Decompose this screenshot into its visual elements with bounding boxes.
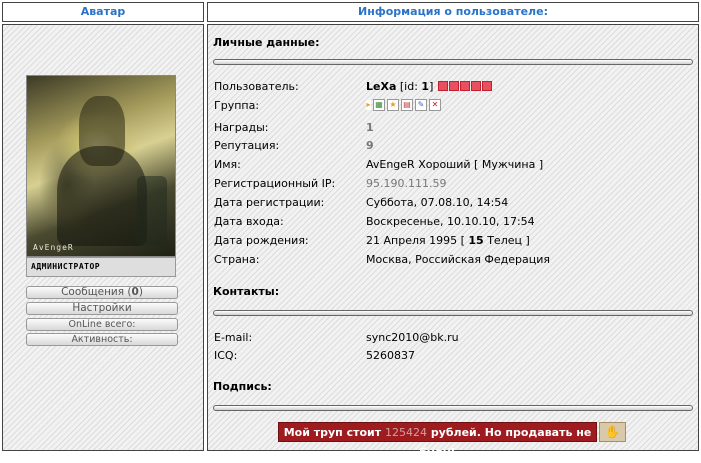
icq-label: ICQ: [214, 349, 238, 362]
messages-button[interactable]: Сообщения (0) [26, 286, 178, 299]
messages-label: Сообщения ( [61, 286, 132, 298]
chart-icon[interactable]: ▦ [373, 99, 385, 111]
name-label: Имя: [214, 158, 241, 171]
signature-divider [213, 405, 693, 411]
login-date-value: Воскресенье, 10.10.10, 17:54 [366, 215, 535, 228]
reputation-square [459, 81, 470, 91]
email-label: E-mail: [214, 331, 253, 344]
activity-button[interactable]: Активность: [26, 333, 178, 346]
banner-prefix: Мой труп стоит [283, 426, 382, 439]
reputation-square [481, 81, 492, 91]
icq-value: 5260837 [366, 349, 415, 362]
email-value[interactable]: sync2010@bk.ru [366, 331, 459, 344]
name-value: AvEngeR Хороший [ Мужчина ] [366, 158, 544, 171]
reputation-value[interactable]: 9 [366, 139, 374, 152]
contacts-title: Контакты: [213, 285, 280, 298]
avatar-signature: AvEngeR [33, 243, 74, 252]
birth-date: 21 Апреля 1995 [ [366, 234, 465, 247]
avatar-image: AvEngeR [26, 75, 176, 257]
birth-date-value: 21 Апреля 1995 [ 15 Телец ] [366, 234, 530, 247]
rank-badge: АДМИНИСТРАТОР [26, 257, 176, 277]
doc-icon[interactable]: ▤ [401, 99, 413, 111]
banner-amount: 125424 [384, 426, 427, 439]
settings-button[interactable]: Настройки [26, 302, 178, 315]
user-id: 1 [421, 80, 430, 93]
messages-close: ) [138, 286, 143, 298]
reputation-label: Репутация: [214, 139, 280, 152]
user-info-header: Информация о пользователе: [207, 2, 699, 22]
group-icons: ▸ ▦ ★ ▤ ✎ ✕ [366, 98, 443, 111]
awards-label: Награды: [214, 121, 269, 134]
reg-ip-value: 95.190.111.59 [366, 177, 447, 190]
user-name[interactable]: LeXa [366, 80, 396, 93]
user-id-suffix: ] [429, 80, 434, 93]
user-label: Пользователь: [214, 80, 299, 93]
messages-count: 0 [131, 286, 139, 298]
personal-data-divider [213, 59, 693, 65]
avatar-header: Аватар [2, 2, 204, 22]
reg-date-value: Суббота, 07.08.10, 14:54 [366, 196, 509, 209]
country-label: Страна: [214, 253, 260, 266]
reg-ip-label: Регистрационный IP: [214, 177, 336, 190]
close-icon[interactable]: ✕ [429, 99, 441, 111]
reputation-square [448, 81, 459, 91]
reg-date-label: Дата регистрации: [214, 196, 325, 209]
awards-value[interactable]: 1 [366, 121, 374, 134]
signature-title: Подпись: [213, 380, 272, 393]
reputation-square [470, 81, 481, 91]
country-value: Москва, Российская Федерация [366, 253, 551, 266]
contacts-divider [213, 310, 693, 316]
birth-sign: Телец ] [487, 234, 530, 247]
user-id-prefix: [id: [399, 80, 422, 93]
reputation-squares [437, 80, 492, 93]
avatar-figure-weapon [137, 176, 167, 246]
reputation-square [437, 81, 448, 91]
online-total-button[interactable]: OnLine всего: [26, 318, 178, 331]
group-label: Группа: [214, 99, 260, 112]
signature-banner[interactable]: Мой труп стоит 125424 рублей. Но продава… [278, 422, 597, 459]
birth-date-label: Дата рождения: [214, 234, 309, 247]
login-date-label: Дата входа: [214, 215, 284, 228]
flag-icon[interactable]: ▸ [366, 100, 371, 110]
banner-suffix: рублей. Но продавать не буду! [419, 426, 592, 459]
pencil-icon[interactable]: ✎ [415, 99, 427, 111]
personal-data-title: Личные данные: [213, 36, 320, 49]
banner-logo-icon[interactable]: ✋ [599, 422, 626, 442]
star-icon[interactable]: ★ [387, 99, 399, 111]
user-value: LeXa [id: 1] [366, 80, 492, 93]
avatar-figure-body [57, 146, 147, 246]
birth-age: 15 [468, 234, 484, 247]
